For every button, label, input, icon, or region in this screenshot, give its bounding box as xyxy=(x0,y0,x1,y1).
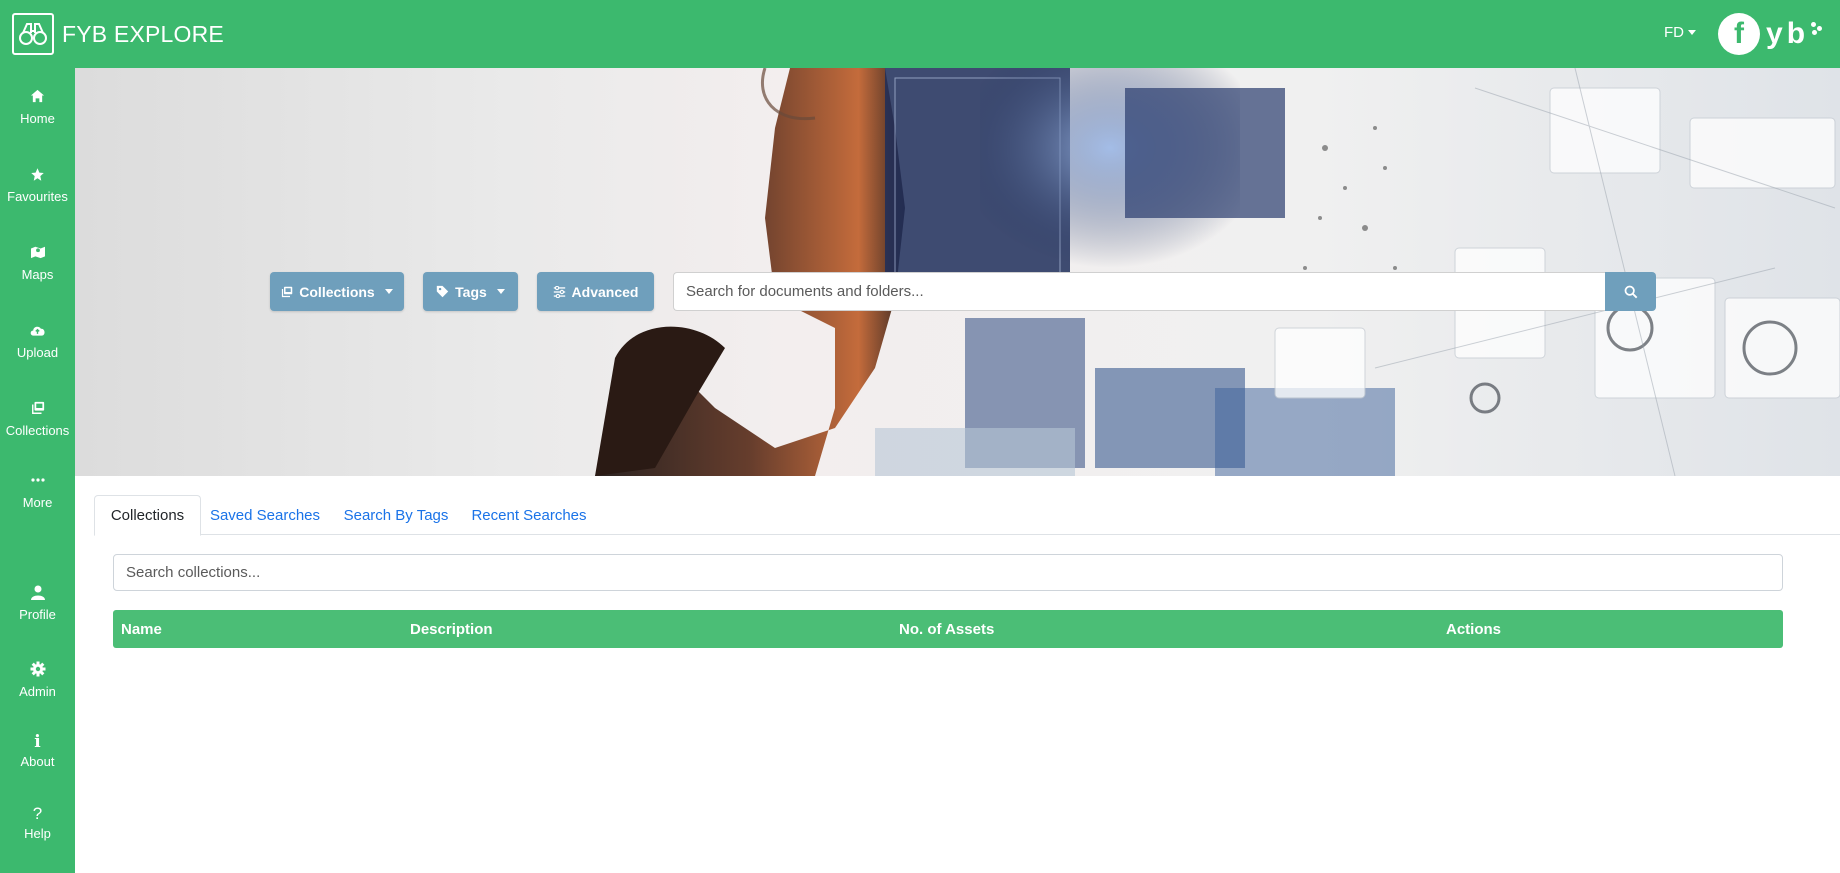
collections-dropdown-button[interactable]: Collections xyxy=(270,272,404,311)
sidebar: Home Favourites Maps Upload Collections … xyxy=(0,68,75,873)
column-header-actions: Actions xyxy=(1446,620,1502,638)
tab-search-by-tags[interactable]: Search By Tags xyxy=(339,495,453,535)
sidebar-item-favourites[interactable]: Favourites xyxy=(0,164,75,226)
user-initials: FD xyxy=(1664,24,1684,41)
sidebar-item-maps[interactable]: Maps xyxy=(0,242,75,304)
partner-logo-letter: y xyxy=(1766,17,1783,50)
info-icon: i xyxy=(34,732,41,752)
map-icon xyxy=(30,242,46,262)
collections-icon xyxy=(282,286,293,297)
partner-logo-circle: f xyxy=(1718,13,1760,55)
cloud-upload-icon xyxy=(29,320,46,340)
sidebar-item-label: About xyxy=(20,754,55,769)
tag-icon xyxy=(436,285,449,298)
home-icon xyxy=(30,86,45,106)
partner-logo-letter: b xyxy=(1786,17,1806,50)
sidebar-item-more[interactable]: More xyxy=(0,470,75,532)
app-title: FYB EXPLORE xyxy=(62,20,224,47)
tab-saved-searches[interactable]: Saved Searches xyxy=(209,495,321,535)
question-icon: ? xyxy=(32,804,43,823)
collections-tabs: Collections Saved Searches Search By Tag… xyxy=(94,495,1840,536)
column-header-name[interactable]: Name xyxy=(121,610,162,648)
sidebar-item-label: Upload xyxy=(16,345,59,360)
sidebar-item-label: Collections xyxy=(5,423,70,438)
sidebar-item-label: Help xyxy=(24,826,51,841)
partner-logo-dots xyxy=(1806,14,1823,54)
top-navbar: FYB EXPLORE FD f y b xyxy=(0,0,1840,68)
tab-recent-searches[interactable]: Recent Searches xyxy=(470,495,588,535)
sidebar-item-help[interactable]: ? Help xyxy=(0,804,75,866)
sidebar-item-label: Favourites xyxy=(7,189,68,204)
tab-collections[interactable]: Collections xyxy=(94,495,201,536)
sidebar-item-label: More xyxy=(22,495,53,510)
document-search-bar xyxy=(673,272,1656,311)
partner-logo: f y b xyxy=(1718,10,1823,58)
collections-table-header: Name Description No. of Assets Actions xyxy=(113,610,1783,648)
search-icon xyxy=(1624,285,1637,298)
collections-button-label: Collections xyxy=(299,283,375,300)
ellipsis-icon xyxy=(30,470,45,490)
sidebar-item-admin[interactable]: Admin xyxy=(0,659,75,721)
user-menu-dropdown[interactable]: FD xyxy=(1664,24,1696,41)
star-icon xyxy=(30,164,45,184)
advanced-button-label: Advanced xyxy=(571,283,639,300)
brand-home-link[interactable]: FYB EXPLORE xyxy=(12,13,224,55)
user-icon xyxy=(30,582,45,602)
document-search-input[interactable] xyxy=(673,272,1605,311)
tags-dropdown-button[interactable]: Tags xyxy=(423,272,518,311)
binoculars-icon xyxy=(12,13,54,55)
column-header-asset-count[interactable]: No. of Assets xyxy=(899,610,994,648)
sidebar-item-label: Maps xyxy=(21,267,54,282)
sidebar-item-home[interactable]: Home xyxy=(0,86,75,148)
collections-icon xyxy=(31,398,45,418)
caret-down-icon xyxy=(384,289,393,294)
sidebar-item-upload[interactable]: Upload xyxy=(0,320,75,382)
hero-banner: Collections Tags Advanced xyxy=(75,68,1840,476)
column-header-description[interactable]: Description xyxy=(410,610,493,648)
tags-button-label: Tags xyxy=(455,283,487,300)
gear-icon xyxy=(30,659,46,679)
caret-down-icon xyxy=(496,289,505,294)
sidebar-item-label: Profile xyxy=(19,607,56,622)
sliders-icon xyxy=(553,285,565,298)
sidebar-item-collections[interactable]: Collections xyxy=(0,398,75,460)
sidebar-item-about[interactable]: i About xyxy=(0,732,75,794)
sidebar-item-label: Home xyxy=(20,111,55,126)
search-submit-button[interactable] xyxy=(1605,272,1656,311)
sidebar-item-profile[interactable]: Profile xyxy=(0,582,75,644)
caret-down-icon xyxy=(1688,30,1696,35)
sidebar-item-label: Admin xyxy=(19,684,56,699)
advanced-search-button[interactable]: Advanced xyxy=(537,272,654,311)
collections-search-input[interactable] xyxy=(113,554,1783,591)
